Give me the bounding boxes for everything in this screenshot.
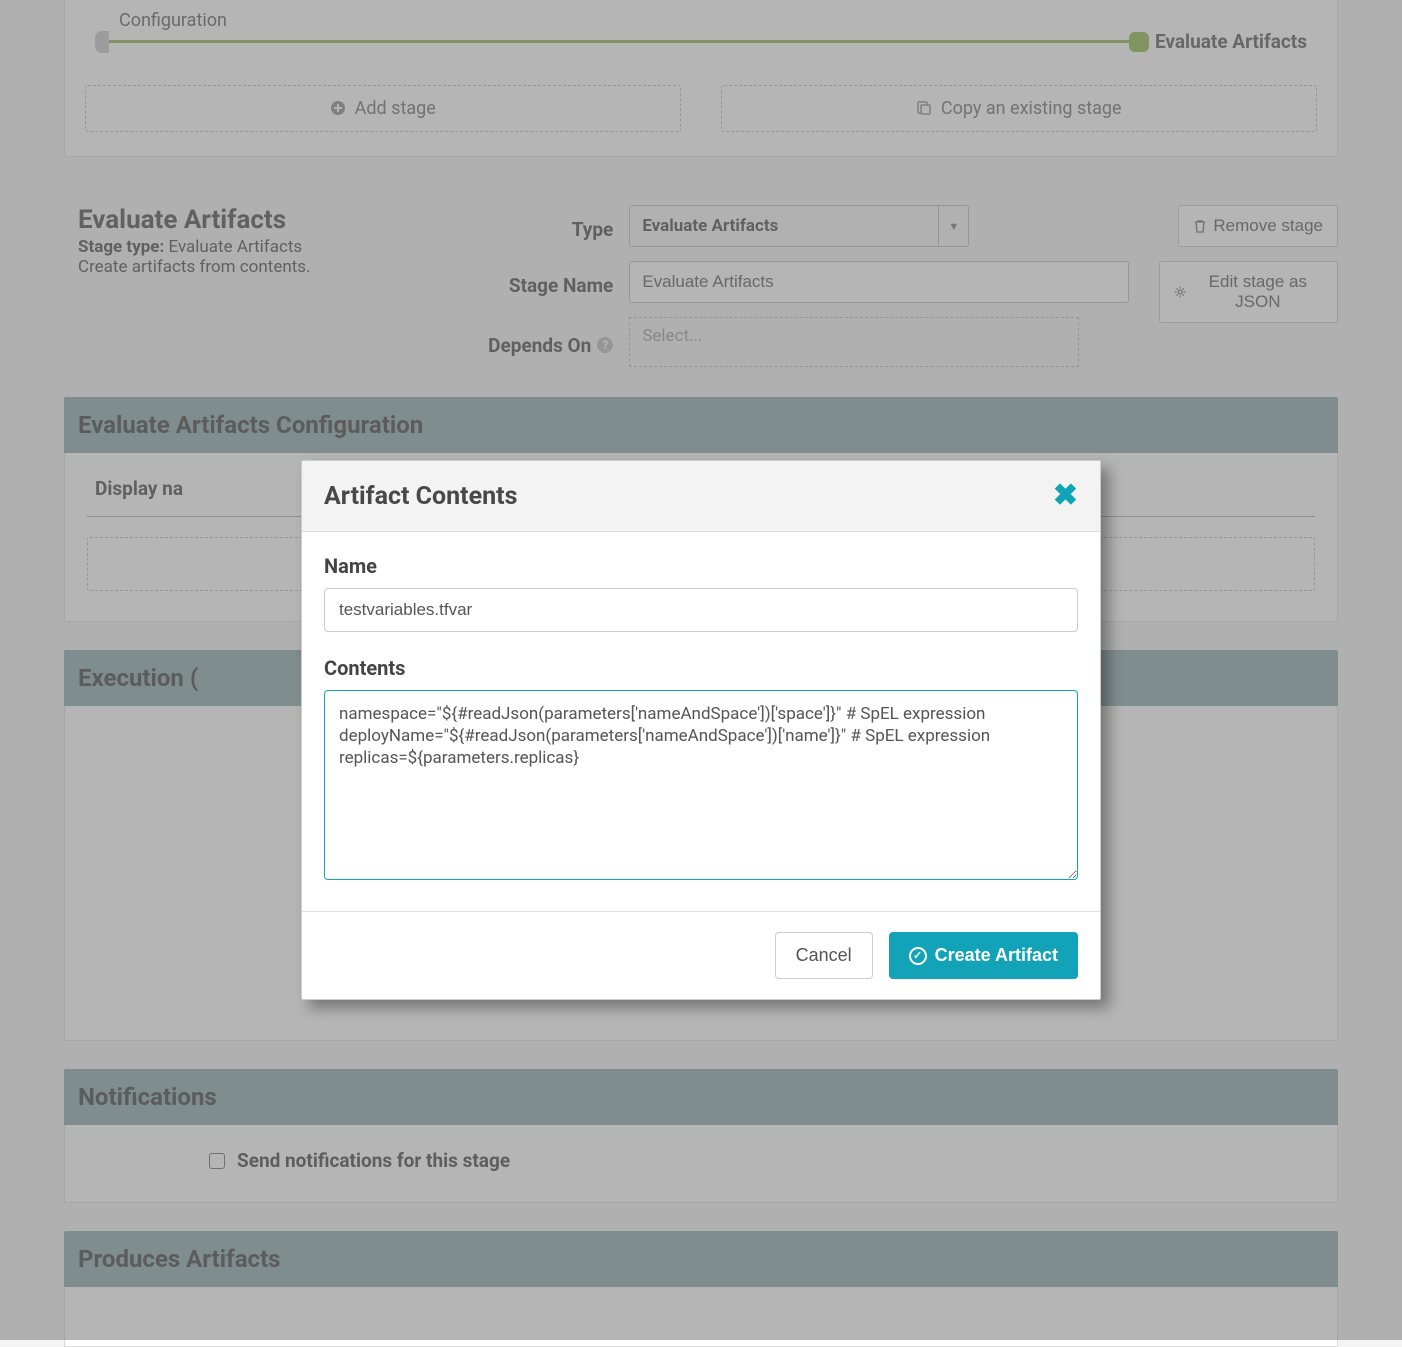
cancel-button[interactable]: Cancel bbox=[775, 932, 873, 979]
check-circle-icon: ✓ bbox=[909, 947, 927, 965]
modal-title: Artifact Contents bbox=[324, 482, 517, 511]
close-icon[interactable]: ✖ bbox=[1053, 481, 1078, 511]
artifact-name-input[interactable] bbox=[324, 588, 1078, 632]
contents-field-label: Contents bbox=[324, 656, 1078, 680]
name-field-label: Name bbox=[324, 554, 1078, 578]
modal-overlay: Artifact Contents ✖ Name Contents Cancel… bbox=[0, 0, 1402, 1340]
create-artifact-button[interactable]: ✓ Create Artifact bbox=[889, 932, 1078, 979]
artifact-contents-textarea[interactable] bbox=[324, 690, 1078, 880]
create-artifact-label: Create Artifact bbox=[935, 945, 1058, 966]
artifact-contents-modal: Artifact Contents ✖ Name Contents Cancel… bbox=[301, 460, 1101, 1000]
